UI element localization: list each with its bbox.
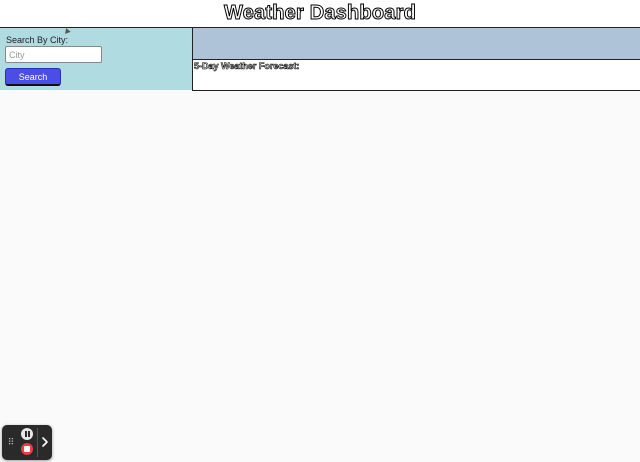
toolbar-divider [37, 428, 38, 457]
city-input[interactable] [5, 46, 102, 63]
screen-recorder-toolbar: ⠿ [2, 425, 52, 460]
page-title: Weather Dashboard [224, 2, 417, 25]
pause-icon[interactable] [21, 428, 33, 440]
forecast-title: 5-Day Weather Forecast: [194, 61, 300, 72]
search-button[interactable]: Search [5, 68, 61, 86]
current-weather-panel [192, 28, 640, 60]
page-header: Weather Dashboard [0, 0, 640, 28]
chevron-right-icon[interactable] [40, 434, 50, 450]
stop-icon[interactable] [21, 443, 33, 455]
search-label: Search By City: [6, 35, 69, 45]
drag-handle-icon[interactable]: ⠿ [7, 437, 15, 447]
search-panel: Search By City: Search [0, 28, 192, 90]
forecast-panel: 5-Day Weather Forecast: [192, 60, 640, 91]
